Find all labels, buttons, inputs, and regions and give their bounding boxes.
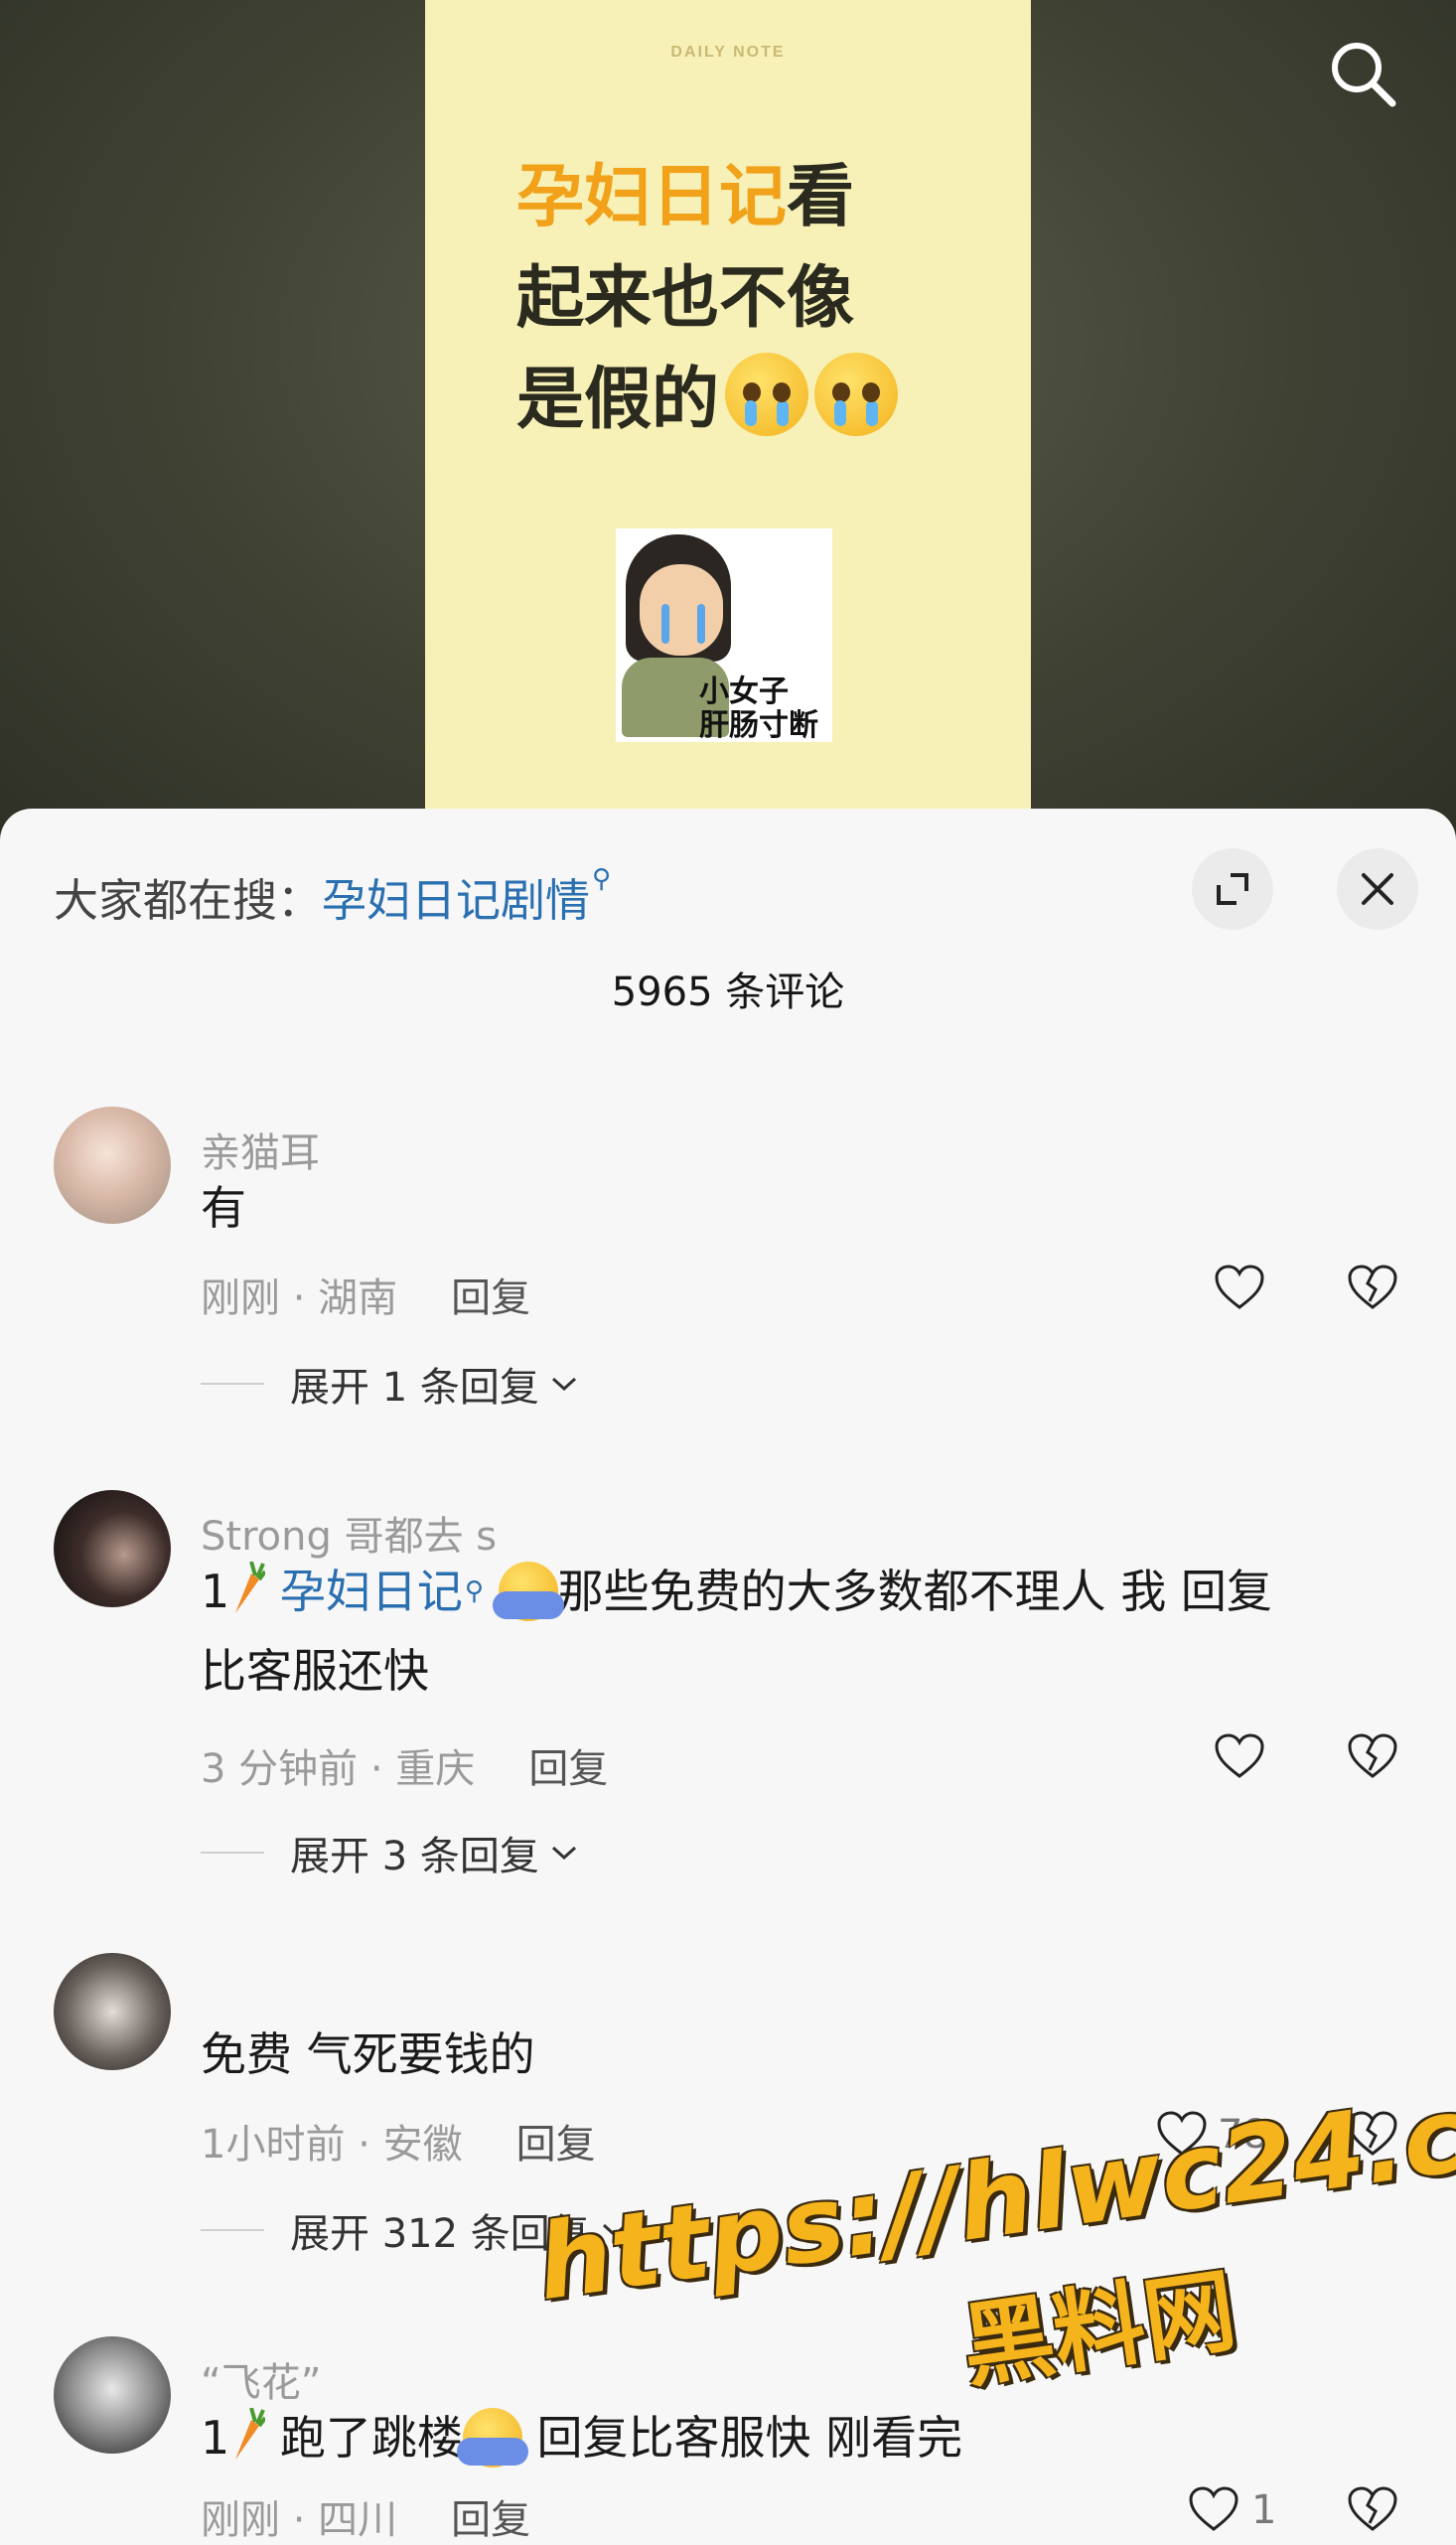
poster-title-line3: 是假的 — [516, 361, 720, 439]
search-suggestion[interactable]: 大家都在搜：孕妇日记剧情⚲ — [54, 864, 611, 929]
comment-text: 有 — [201, 1181, 246, 1235]
heart-icon[interactable] — [1214, 1732, 1265, 1780]
carrot-emoji — [235, 2408, 266, 2460]
reply-button[interactable]: 回复 — [451, 1275, 530, 1321]
reply-button[interactable]: 回复 — [528, 1746, 608, 1792]
heart-icon[interactable] — [1214, 1264, 1265, 1311]
hashtag-link[interactable]: 孕妇日记 — [280, 1565, 463, 1618]
hug-emoji — [456, 2408, 528, 2468]
sticker-caption: 小女子 肝肠寸断 — [699, 674, 818, 743]
avatar[interactable] — [54, 1490, 171, 1607]
crying-emoji — [725, 353, 809, 436]
carrot-emoji — [235, 1562, 266, 1613]
heart-icon[interactable] — [1188, 2485, 1239, 2533]
search-small-icon: ⚲ — [464, 1576, 484, 1606]
search-icon[interactable] — [1327, 38, 1398, 109]
expand-replies-label: 展开 1 条回复 — [290, 1365, 539, 1411]
expand-replies[interactable]: 展开 3 条回复 — [201, 1824, 579, 1881]
reply-button[interactable]: 回复 — [451, 2497, 530, 2543]
crying-girl-sticker: 小女子 肝肠寸断 — [616, 528, 832, 743]
video-frame: DAILY NOTE 孕妇日记看 起来也不像 是假的 小女子 肝肠寸断 — [425, 0, 1031, 815]
broken-heart-icon[interactable] — [1347, 1264, 1398, 1311]
comment-time-location: 刚刚 · 四川 — [201, 2497, 398, 2543]
comment-text-rest: 那些免费的大多数都不理人 我 回复 — [557, 1565, 1272, 1618]
comment-text: 1 孕妇日记⚲ 那些免费的大多数都不理人 我 回复 比客服还快 — [201, 1552, 1392, 1711]
poster-title-line1-rest: 看 — [787, 158, 855, 236]
comment-text-prefix: 1 — [201, 1565, 230, 1618]
search-suggestion-term[interactable]: 孕妇日记剧情 — [322, 874, 590, 927]
close-button[interactable] — [1337, 848, 1418, 930]
broken-heart-icon[interactable] — [1347, 2485, 1398, 2533]
avatar[interactable] — [54, 1107, 171, 1224]
poster-title: 孕妇日记看 起来也不像 是假的 — [516, 147, 973, 451]
avatar[interactable] — [54, 2336, 171, 2454]
comment-meta: 刚刚 · 四川 回复 — [201, 2487, 530, 2545]
expand-replies[interactable]: 展开 1 条回复 — [201, 1355, 579, 1413]
expand-replies-label: 展开 3 条回复 — [290, 1834, 539, 1879]
avatar[interactable] — [54, 1953, 171, 2070]
chevron-down-icon — [551, 1846, 576, 1861]
expand-icon — [1217, 873, 1248, 905]
poster-title-highlight: 孕妇日记 — [516, 158, 788, 236]
comment-time-location: 刚刚 · 湖南 — [201, 1275, 398, 1321]
poster-title-line2: 起来也不像 — [516, 259, 855, 338]
comment-meta: 1小时前 · 安徽 回复 — [201, 2112, 596, 2170]
broken-heart-icon[interactable] — [1347, 1732, 1398, 1780]
search-suggestion-prefix: 大家都在搜： — [54, 874, 323, 927]
expand-button[interactable] — [1192, 848, 1273, 930]
comment-text-line2: 比客服还快 — [201, 1644, 429, 1698]
poster-brand: DAILY NOTE — [670, 44, 786, 61]
chevron-down-icon — [551, 1377, 576, 1392]
comment-meta: 3 分钟前 · 重庆 回复 — [201, 1736, 608, 1794]
search-small-icon: ⚲ — [592, 864, 612, 894]
comment-meta: 刚刚 · 湖南 回复 — [201, 1266, 530, 1323]
comment-time-location: 3 分钟前 · 重庆 — [201, 1746, 476, 1792]
close-icon — [1362, 873, 1393, 905]
video-player[interactable]: DAILY NOTE 孕妇日记看 起来也不像 是假的 小女子 肝肠寸断 — [0, 0, 1456, 854]
comment-time-location: 1小时前 · 安徽 — [201, 2122, 463, 2168]
comment-text-prefix: 1 — [201, 2411, 230, 2465]
comment-count: 5965 条评论 — [611, 970, 845, 1015]
comment-text-mid: 跑了跳楼 — [279, 2411, 463, 2465]
like-count: 1 — [1251, 2487, 1277, 2533]
crying-emoji — [814, 353, 899, 436]
hug-emoji — [492, 1562, 564, 1621]
